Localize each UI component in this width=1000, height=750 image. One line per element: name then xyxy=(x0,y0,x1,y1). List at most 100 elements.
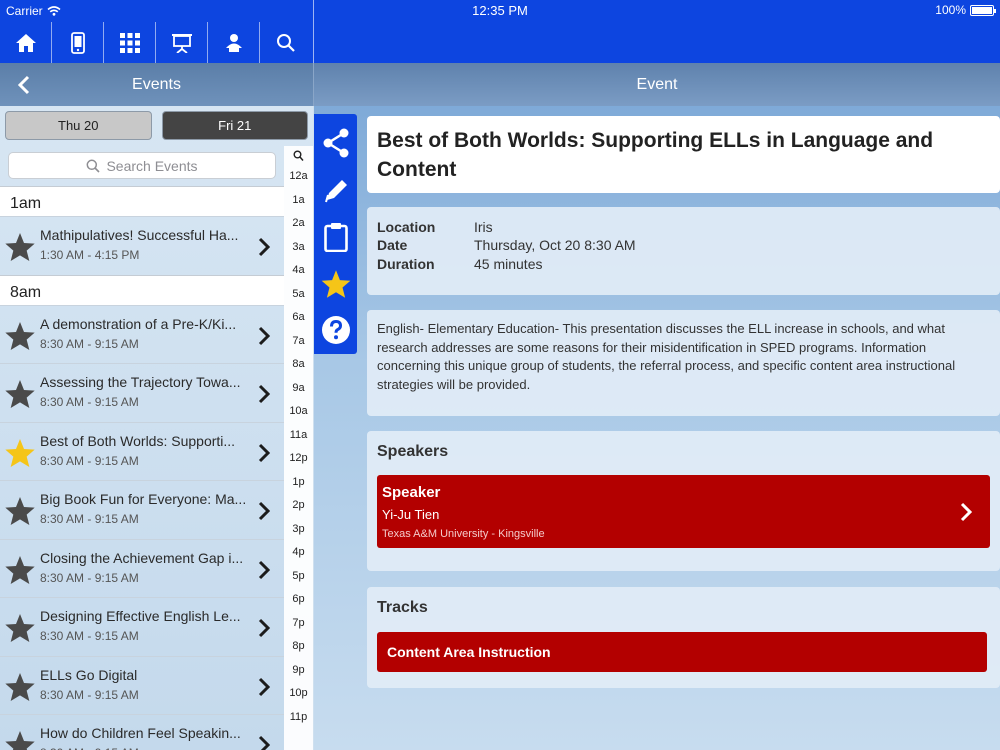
event-list-item[interactable]: Closing the Achievement Gap i... 8:30 AM … xyxy=(0,538,284,598)
time-index-item[interactable]: 6a xyxy=(292,306,304,330)
chevron-right-icon xyxy=(258,326,270,345)
track-button[interactable]: Content Area Instruction xyxy=(377,632,987,672)
person-button[interactable] xyxy=(208,22,260,63)
time-index-item[interactable]: 4a xyxy=(292,259,304,283)
event-list-item[interactable]: Big Book Fun for Everyone: Ma... 8:30 AM … xyxy=(0,480,284,539)
speaker-button[interactable]: Speaker Yi-Ju Tien Texas A&M University … xyxy=(377,475,990,548)
event-detail-pane: Best of Both Worlds: Supporting ELLs in … xyxy=(314,106,1000,750)
time-index-item[interactable]: 10p xyxy=(289,682,307,706)
time-index-item[interactable]: 12p xyxy=(289,447,307,471)
star-icon[interactable] xyxy=(4,320,36,352)
star-icon[interactable] xyxy=(4,554,36,586)
tracks-card: Tracks Content Area Instruction xyxy=(367,587,1000,688)
status-bar: Carrier 12:35 PM 100% xyxy=(0,0,1000,22)
event-title: Best of Both Worlds: Supporting ELLs in … xyxy=(377,129,934,181)
split-divider xyxy=(313,0,314,63)
home-button[interactable] xyxy=(0,22,52,63)
date-label: Date xyxy=(377,237,408,253)
time-index-item[interactable]: 10a xyxy=(289,400,307,424)
time-index-item[interactable]: 9a xyxy=(292,377,304,401)
time-index-item[interactable]: 11a xyxy=(290,424,308,448)
event-item-title: Designing Effective English Le... xyxy=(40,608,241,624)
star-icon[interactable] xyxy=(4,231,36,263)
event-item-title: Assessing the Trajectory Towa... xyxy=(40,374,241,390)
time-index-item[interactable]: 12a xyxy=(289,165,307,189)
event-item-time: 8:30 AM - 9:15 AM xyxy=(40,395,139,409)
star-icon[interactable] xyxy=(4,495,36,527)
time-index-item[interactable]: 5a xyxy=(292,283,304,307)
time-index-item[interactable]: 9p xyxy=(292,659,304,683)
location-label: Location xyxy=(377,219,436,235)
event-title-card: Best of Both Worlds: Supporting ELLs in … xyxy=(367,116,1000,193)
search-input[interactable]: Search Events xyxy=(8,152,276,179)
chevron-right-icon xyxy=(960,502,972,522)
time-index-item[interactable]: 8p xyxy=(292,635,304,659)
star-icon[interactable] xyxy=(4,378,36,410)
events-list-pane: Thu 20 Fri 21 Search Events 1am Mathipula… xyxy=(0,106,313,750)
time-index-item[interactable]: 1a xyxy=(292,189,304,213)
day-tab-fri[interactable]: Fri 21 xyxy=(161,111,308,140)
main-toolbar xyxy=(0,22,313,63)
star-icon[interactable] xyxy=(4,671,36,703)
speaker-name: Yi-Ju Tien xyxy=(382,507,440,522)
time-index-item[interactable]: 2p xyxy=(292,494,304,518)
date-value: Thursday, Oct 20 8:30 AM xyxy=(474,237,636,253)
event-list-item[interactable]: Mathipulatives! Successful Ha... 1:30 AM … xyxy=(0,216,284,275)
time-index-item[interactable]: 11p xyxy=(290,706,308,730)
event-list-item[interactable]: Best of Both Worlds: Supporti... 8:30 AM … xyxy=(0,421,284,481)
star-icon[interactable] xyxy=(4,612,36,644)
event-nav-title: Event xyxy=(636,76,678,93)
duration-label: Duration xyxy=(377,256,435,272)
chevron-right-icon xyxy=(258,677,270,696)
time-index-item[interactable]: 7p xyxy=(292,612,304,636)
search-index-icon[interactable] xyxy=(293,150,304,162)
star-filled-icon[interactable] xyxy=(4,437,36,469)
event-list-item[interactable]: ELLs Go Digital 8:30 AM - 9:15 AM xyxy=(0,655,284,715)
time-index-item[interactable]: 8a xyxy=(292,353,304,377)
events-list[interactable]: Search Events 1am Mathipulatives! Success… xyxy=(0,146,284,750)
time-index-item[interactable]: 5p xyxy=(292,565,304,589)
chevron-right-icon xyxy=(258,384,270,404)
phone-icon xyxy=(70,31,85,54)
share-button[interactable] xyxy=(314,120,357,166)
event-item-title: A demonstration of a Pre-K/Ki... xyxy=(40,315,237,332)
phone-button[interactable] xyxy=(52,22,104,63)
chevron-right-icon xyxy=(258,618,270,638)
search-button[interactable] xyxy=(260,22,312,63)
favorite-button[interactable] xyxy=(314,261,357,307)
clipboard-button[interactable] xyxy=(314,214,357,260)
edit-note-button[interactable] xyxy=(314,168,357,214)
event-list-item[interactable]: A demonstration of a Pre-K/Ki... 8:30 AM … xyxy=(0,304,284,364)
share-icon xyxy=(323,128,348,158)
event-list-item[interactable]: Assessing the Trajectory Towa... 8:30 AM … xyxy=(0,363,284,422)
top-bar: Carrier 12:35 PM 100% xyxy=(0,0,1000,63)
status-battery: 100% xyxy=(935,3,996,17)
time-index-item[interactable]: 4p xyxy=(292,541,304,565)
grid-button[interactable] xyxy=(104,22,156,63)
speakers-heading: Speakers xyxy=(377,443,449,460)
event-item-time: 8:30 AM - 9:15 AM xyxy=(40,629,139,643)
chevron-right-icon xyxy=(258,560,270,579)
speaker-org: Texas A&M University - Kingsville xyxy=(382,528,545,540)
time-index-item[interactable]: 3a xyxy=(292,236,304,260)
time-index-item[interactable]: 1p xyxy=(292,471,304,495)
event-list-item[interactable]: Designing Effective English Le... 8:30 AM… xyxy=(0,597,284,656)
speakers-card: Speakers Speaker Yi-Ju Tien Texas A&M Un… xyxy=(367,431,1000,571)
star-icon[interactable] xyxy=(4,729,36,750)
event-description: English- Elementary Education- This pres… xyxy=(377,321,956,392)
time-index-item[interactable]: 7a xyxy=(292,330,304,354)
day-tab-thu[interactable]: Thu 20 xyxy=(5,111,152,140)
event-list-item[interactable]: How do Children Feel Speakin... 8:30 AM -… xyxy=(0,714,284,750)
tracks-heading: Tracks xyxy=(377,599,428,616)
time-index-bar[interactable]: 12a 1a 2a 3a 4a 5a 6a 7a 8a 9a 10a 11a 12p 1p 2p 3p 4p 5p… xyxy=(284,146,313,750)
help-button[interactable] xyxy=(314,307,357,353)
search-wrap: Search Events xyxy=(0,146,284,186)
time-index-item[interactable]: 3p xyxy=(292,518,304,542)
presentation-button[interactable] xyxy=(156,22,208,63)
event-info-card: Location Iris Date Thursday, Oct 20 8:30… xyxy=(367,207,1000,295)
time-index-item[interactable]: 2a xyxy=(292,212,304,236)
event-item-time: 8:30 AM - 9:15 AM xyxy=(40,687,139,702)
events-nav-title: Events xyxy=(132,76,181,93)
clipboard-icon xyxy=(323,223,348,252)
time-index-item[interactable]: 6p xyxy=(292,588,304,612)
